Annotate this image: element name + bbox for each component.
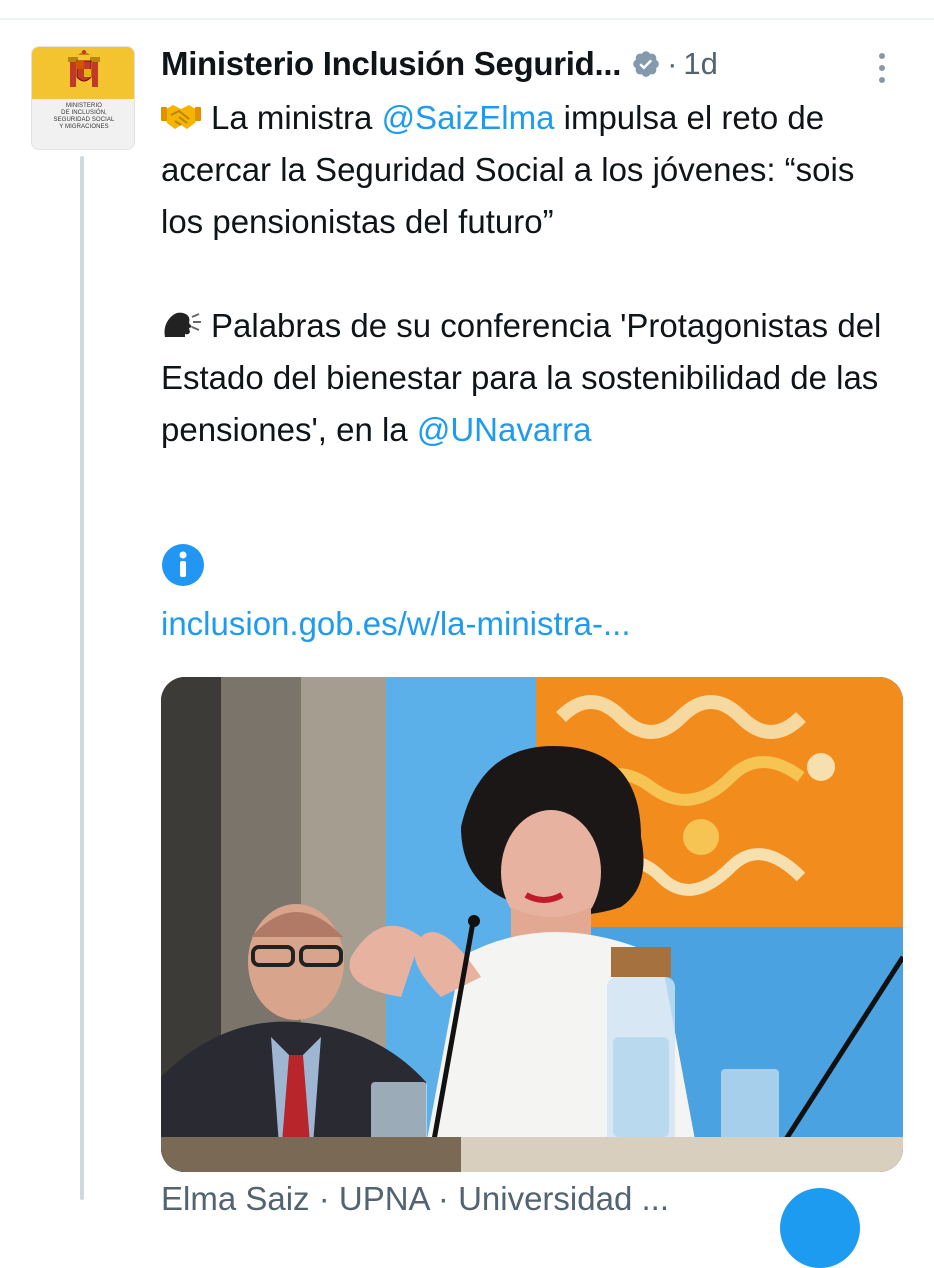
author-name[interactable]: Ministerio Inclusión Segurid... bbox=[161, 45, 621, 83]
org-line: Ministerio bbox=[65, 103, 102, 109]
info-line bbox=[161, 542, 901, 594]
external-link[interactable]: inclusion.gob.es/w/la-ministra-... bbox=[161, 605, 631, 642]
tweet-header: Ministerio Inclusión Segurid... · 1d bbox=[161, 42, 718, 86]
org-line: de Inclusión, bbox=[61, 110, 107, 116]
card-action-button[interactable] bbox=[780, 1188, 860, 1268]
media-card-image[interactable] bbox=[161, 677, 903, 1172]
verified-badge-icon[interactable] bbox=[631, 49, 661, 79]
timestamp[interactable]: 1d bbox=[683, 46, 717, 82]
separator-dot: · bbox=[667, 46, 678, 81]
handshake-icon bbox=[161, 105, 201, 129]
org-line: Seguridad Social bbox=[53, 117, 115, 123]
mention-saizelma-link[interactable]: @SaizElma bbox=[382, 99, 555, 136]
more-options-icon[interactable] bbox=[870, 50, 894, 86]
url-line: inclusion.gob.es/w/la-ministra-... bbox=[161, 598, 901, 650]
org-line: y Migraciones bbox=[59, 124, 109, 130]
tweet-text: La ministra @SaizElma impulsa el reto de… bbox=[161, 92, 901, 650]
top-divider bbox=[0, 18, 934, 20]
paragraph-1: La ministra @SaizElma impulsa el reto de… bbox=[161, 92, 901, 248]
thread-line bbox=[80, 156, 84, 1200]
mention-unavarra-link[interactable]: @UNavarra bbox=[417, 411, 592, 448]
avatar[interactable]: Ministerio de Inclusión, Seguridad Socia… bbox=[31, 46, 135, 150]
paragraph-1-pre: La ministra bbox=[211, 99, 382, 136]
conference-photo bbox=[161, 677, 903, 1172]
avatar-organization-name: Ministerio de Inclusión, Seguridad Socia… bbox=[36, 103, 132, 131]
paragraph-2: Palabras de su conferencia 'Protagonista… bbox=[161, 300, 901, 456]
speaking-head-icon bbox=[164, 312, 201, 337]
information-icon bbox=[162, 544, 204, 586]
card-caption[interactable]: Elma Saiz · UPNA · Universidad ... bbox=[161, 1180, 669, 1218]
coat-of-arms-icon bbox=[68, 50, 100, 87]
